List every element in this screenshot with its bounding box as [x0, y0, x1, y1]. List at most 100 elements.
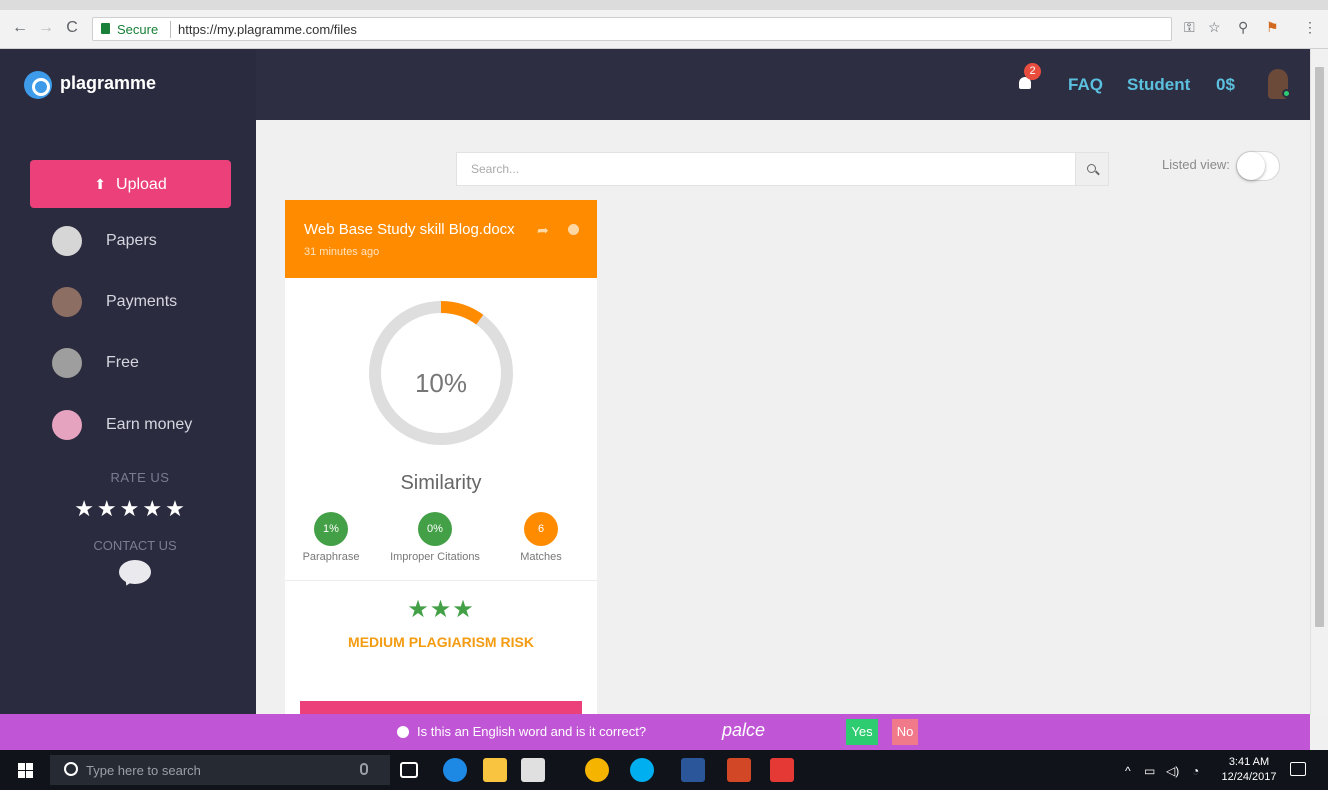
contact-us-label: CONTACT US [93, 538, 177, 553]
browser-chrome: ← → C Secure https://my.plagramme.com/fi… [0, 0, 1328, 49]
store-icon[interactable] [521, 758, 545, 782]
extension-icon[interactable]: ⚑ [1266, 19, 1279, 36]
sidebar-item-label: Papers [106, 232, 157, 249]
network-icon[interactable]: ▭ [1144, 764, 1155, 778]
menu-icon[interactable]: ⋮ [1303, 19, 1317, 36]
online-status-icon [1282, 89, 1291, 98]
upload-icon: ⬆ [94, 176, 107, 192]
windows-start-icon[interactable] [18, 763, 33, 778]
risk-stars: ★★★ [407, 596, 475, 623]
metric-improper-citations[interactable]: 0% Improper Citations [390, 512, 480, 563]
user-avatar[interactable] [1268, 69, 1291, 99]
file-card-header: Web Base Study skill Blog.docx 31 minute… [285, 200, 597, 278]
brand-area: plagramme [0, 49, 256, 120]
sidebar-item-payments[interactable]: Payments [52, 285, 252, 321]
page-scrollbar[interactable] [1310, 49, 1328, 714]
listed-view-toggle[interactable] [1236, 151, 1280, 181]
card-divider [285, 580, 597, 581]
microphone-icon[interactable] [360, 763, 368, 775]
scrollbar-thumb[interactable] [1315, 67, 1324, 627]
cortana-icon [64, 762, 78, 776]
yes-button[interactable]: Yes [846, 719, 878, 745]
edge-icon[interactable] [443, 758, 467, 782]
extension-search-icon[interactable]: ⚲ [1238, 19, 1248, 36]
prompt-question: Is this an English word and is it correc… [417, 724, 647, 739]
plagramme-logo-icon[interactable] [24, 71, 52, 99]
metric-label: Improper Citations [390, 551, 480, 563]
tab-strip [0, 0, 1328, 10]
url-text[interactable]: https://my.plagramme.com/files [178, 22, 357, 37]
faq-link[interactable]: FAQ [1068, 75, 1103, 95]
skype-icon[interactable] [630, 758, 654, 782]
search-icon [1087, 164, 1096, 173]
bookmark-star-icon[interactable]: ☆ [1208, 19, 1221, 36]
wallet-icon [52, 410, 82, 440]
document-icon [52, 226, 82, 256]
money-bag-icon [52, 287, 82, 317]
similarity-label: Similarity [400, 472, 482, 494]
task-view-icon[interactable] [400, 762, 418, 778]
rating-stars[interactable]: ★★★★★ [0, 496, 262, 522]
sidebar-item-earn-money[interactable]: Earn money [52, 408, 252, 444]
taskbar-clock[interactable]: 3:41 AM 12/24/2017 [1218, 755, 1280, 785]
prompt-word: palce [722, 720, 766, 740]
main-content: Listed view: Web Base Study skill Blog.d… [256, 120, 1310, 720]
rate-us-label: RATE US [110, 470, 170, 485]
sidebar: ⬆ Upload Papers Payments Free Earn money … [0, 120, 256, 714]
metric-matches[interactable]: 6 Matches [496, 512, 586, 563]
key-icon[interactable]: ⚿ [1184, 19, 1195, 36]
metric-value: 6 [524, 512, 558, 546]
address-separator [170, 21, 171, 38]
file-explorer-icon[interactable] [483, 758, 507, 782]
brand-name[interactable]: plagramme [60, 73, 156, 94]
spellcheck-prompt-bar: Is this an English word and is it correc… [0, 714, 1310, 750]
search-input[interactable] [457, 153, 1075, 185]
sidebar-item-free[interactable]: Free [52, 346, 252, 382]
sidebar-item-label: Free [106, 354, 139, 371]
app-header: plagramme 2 FAQ Student 0$ [0, 49, 1310, 120]
upload-label: Upload [116, 176, 167, 193]
sidebar-item-papers[interactable]: Papers [52, 224, 252, 260]
forward-icon[interactable]: → [36, 18, 56, 38]
balance-link[interactable]: 0$ [1216, 75, 1235, 95]
notifications-bell-icon[interactable]: 2 [1017, 63, 1041, 91]
windows-taskbar: Type here to search ^ ▭ ◁) ◔ 3:41 AM 12/… [0, 750, 1328, 790]
clock-date: 12/24/2017 [1221, 771, 1277, 783]
close-icon[interactable] [568, 224, 579, 235]
address-bar[interactable]: Secure https://my.plagramme.com/files [92, 17, 1172, 41]
info-icon [397, 726, 409, 738]
search-button[interactable] [1076, 152, 1109, 186]
share-icon[interactable]: ➦ [537, 222, 549, 239]
chat-bubble-icon[interactable] [119, 560, 151, 584]
sidebar-item-label: Earn money [106, 416, 193, 433]
metric-label: Paraphrase [302, 551, 360, 563]
notification-badge: 2 [1024, 63, 1041, 80]
risk-label: MEDIUM PLAGIARISM RISK [348, 634, 534, 650]
toggle-knob [1237, 152, 1265, 180]
reload-icon[interactable]: C [62, 18, 82, 38]
globe-icon [52, 348, 82, 378]
file-card[interactable]: Web Base Study skill Blog.docx 31 minute… [285, 200, 597, 720]
chrome-icon[interactable] [585, 758, 609, 782]
lock-icon [101, 23, 110, 34]
action-center-icon[interactable] [1290, 762, 1306, 776]
taskbar-search[interactable]: Type here to search [50, 755, 390, 785]
search-field[interactable] [456, 152, 1076, 186]
metric-label: Matches [520, 551, 562, 563]
back-icon[interactable]: ← [10, 18, 30, 38]
metric-paraphrase[interactable]: 1% Paraphrase [286, 512, 376, 563]
acrobat-icon[interactable] [770, 758, 794, 782]
tray-chevron-icon[interactable]: ^ [1125, 764, 1131, 778]
wifi-icon[interactable]: ◔ [1192, 764, 1199, 778]
no-button[interactable]: No [892, 719, 918, 745]
file-name[interactable]: Web Base Study skill Blog.docx [304, 221, 515, 238]
taskbar-search-text[interactable]: Type here to search [86, 763, 201, 778]
powerpoint-icon[interactable] [727, 758, 751, 782]
upload-button[interactable]: ⬆ Upload [30, 160, 231, 208]
word-icon[interactable] [681, 758, 705, 782]
metric-value: 1% [314, 512, 348, 546]
student-link[interactable]: Student [1127, 75, 1190, 95]
metric-value: 0% [418, 512, 452, 546]
clock-time: 3:41 AM [1228, 756, 1270, 768]
volume-icon[interactable]: ◁) [1166, 764, 1179, 778]
